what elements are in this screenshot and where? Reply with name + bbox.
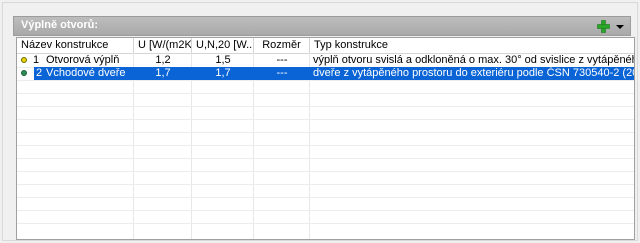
row-u: 1,2 bbox=[155, 54, 171, 66]
grid-divider bbox=[17, 80, 634, 81]
grid-divider bbox=[17, 158, 634, 159]
row-size: --- bbox=[276, 54, 288, 66]
chevron-down-icon bbox=[616, 25, 624, 29]
row-u: 1,7 bbox=[155, 67, 171, 79]
grid-divider bbox=[17, 184, 634, 185]
grid-divider bbox=[17, 119, 634, 120]
column-header-un20[interactable]: U,N,20 [W... bbox=[192, 38, 254, 53]
column-header-name[interactable]: Název konstrukce bbox=[17, 38, 134, 53]
grid-divider bbox=[17, 223, 634, 224]
row-un20: 1,5 bbox=[215, 54, 231, 66]
panel-header: Výplně otvorů: bbox=[13, 16, 631, 36]
grid-divider bbox=[17, 132, 634, 133]
openings-panel: Výplně otvorů: Název konstrukce U [W/(m2… bbox=[2, 2, 638, 241]
row-name: Otvorová výplň bbox=[46, 54, 120, 66]
row-index: 1 bbox=[33, 54, 40, 66]
row-index: 2 bbox=[36, 67, 43, 79]
add-button[interactable] bbox=[597, 20, 610, 33]
table-row[interactable]: 1 Otvorová výplň 1,2 1,5 --- výplň otvor… bbox=[17, 54, 634, 67]
menu-dropdown-button[interactable] bbox=[614, 20, 626, 33]
column-header-size[interactable]: Rozměr bbox=[254, 38, 310, 53]
grid-divider bbox=[17, 171, 634, 172]
status-dot-icon bbox=[21, 57, 27, 63]
column-header-type[interactable]: Typ konstrukce bbox=[310, 38, 634, 53]
row-size: --- bbox=[276, 67, 288, 79]
row-type: dveře z vytápěného prostoru do exteriéru… bbox=[313, 67, 635, 79]
plus-icon bbox=[597, 20, 610, 33]
grid-divider bbox=[17, 197, 634, 198]
table-row[interactable]: 2 Vchodové dveře 1,7 1,7 --- dveře z vyt… bbox=[17, 67, 634, 80]
grid-divider bbox=[17, 210, 634, 211]
status-dot-icon bbox=[21, 70, 27, 76]
openings-list[interactable]: Název konstrukce U [W/(m2K)] U,N,20 [W..… bbox=[16, 37, 635, 240]
row-type: výplň otvoru svislá a odkloněná o max. 3… bbox=[313, 54, 634, 66]
row-un20: 1,7 bbox=[215, 67, 231, 79]
grid-divider bbox=[17, 93, 634, 94]
row-name: Vchodové dveře bbox=[46, 67, 126, 79]
list-header: Název konstrukce U [W/(m2K)] U,N,20 [W..… bbox=[17, 38, 634, 54]
grid-divider bbox=[17, 145, 634, 146]
panel-title: Výplně otvorů: bbox=[21, 19, 99, 31]
grid-divider bbox=[17, 106, 634, 107]
column-header-u[interactable]: U [W/(m2K)] bbox=[134, 38, 192, 53]
